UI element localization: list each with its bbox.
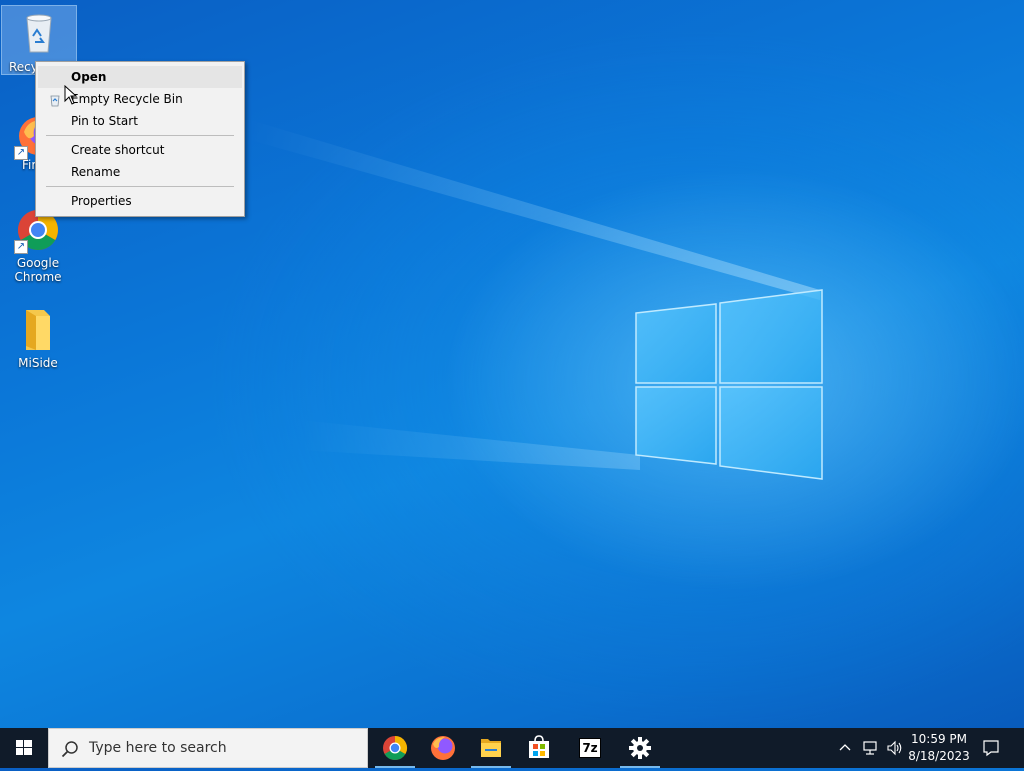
chrome-icon [383, 736, 408, 761]
taskbar-clock[interactable]: 10:59 PM 8/18/2023 [902, 731, 976, 765]
menu-item-label: Open [71, 70, 107, 84]
file-explorer-icon [481, 739, 501, 757]
show-hidden-icons-chevron-icon[interactable] [838, 741, 852, 755]
search-placeholder: Type here to search [89, 740, 227, 756]
mouse-cursor-icon [64, 85, 78, 105]
taskbar-microsoft-store[interactable] [515, 728, 563, 768]
menu-item-pin-to-start[interactable]: Pin to Start [38, 110, 242, 132]
taskbar-search-box[interactable]: Type here to search [48, 728, 368, 768]
action-center-notification-icon[interactable] [982, 739, 1000, 757]
firefox-icon [431, 736, 455, 760]
menu-item-label: Rename [71, 165, 121, 179]
clock-time: 10:59 PM [911, 732, 967, 746]
windows-logo [635, 289, 823, 480]
folder-icon [14, 306, 62, 354]
desktop-icon-google-chrome[interactable]: ↗ Google Chrome [2, 206, 74, 288]
start-button[interactable] [0, 728, 48, 768]
shortcut-arrow-icon: ↗ [14, 240, 28, 254]
network-icon[interactable] [862, 740, 880, 756]
windows-start-icon [16, 740, 32, 755]
7zip-label: 7z [582, 741, 598, 755]
search-icon [61, 741, 78, 758]
recycle-bin-icon [15, 8, 63, 56]
taskbar-7zip[interactable]: 7z [566, 728, 614, 768]
menu-item-properties[interactable]: Properties [38, 190, 242, 212]
desktop-icon-miside[interactable]: MiSide [2, 306, 74, 372]
menu-separator [46, 135, 234, 136]
microsoft-store-icon [529, 735, 549, 758]
menu-item-create-shortcut[interactable]: Create shortcut [38, 139, 242, 161]
taskbar-firefox[interactable] [419, 728, 467, 768]
taskbar-settings[interactable] [616, 728, 664, 768]
menu-item-rename[interactable]: Rename [38, 161, 242, 183]
desktop-icon-label: Recy [9, 60, 38, 74]
menu-item-label: Pin to Start [71, 114, 138, 128]
clock-date: 8/18/2023 [908, 749, 970, 763]
recycle-bin-small-icon [48, 92, 62, 107]
7zip-icon: 7z [579, 738, 601, 758]
desktop-icon-label: MiSide [18, 356, 58, 370]
menu-item-label: Create shortcut [71, 143, 165, 157]
desktop-icon-label: Google Chrome [14, 256, 62, 284]
taskbar: Type here to search 7z 10:59 PM 8/18/202… [0, 728, 1024, 768]
settings-icon [629, 737, 651, 759]
menu-separator [46, 186, 234, 187]
menu-item-label: Empty Recycle Bin [71, 92, 183, 106]
taskbar-chrome[interactable] [371, 728, 419, 768]
menu-item-label: Properties [71, 194, 132, 208]
taskbar-file-explorer[interactable] [467, 728, 515, 768]
